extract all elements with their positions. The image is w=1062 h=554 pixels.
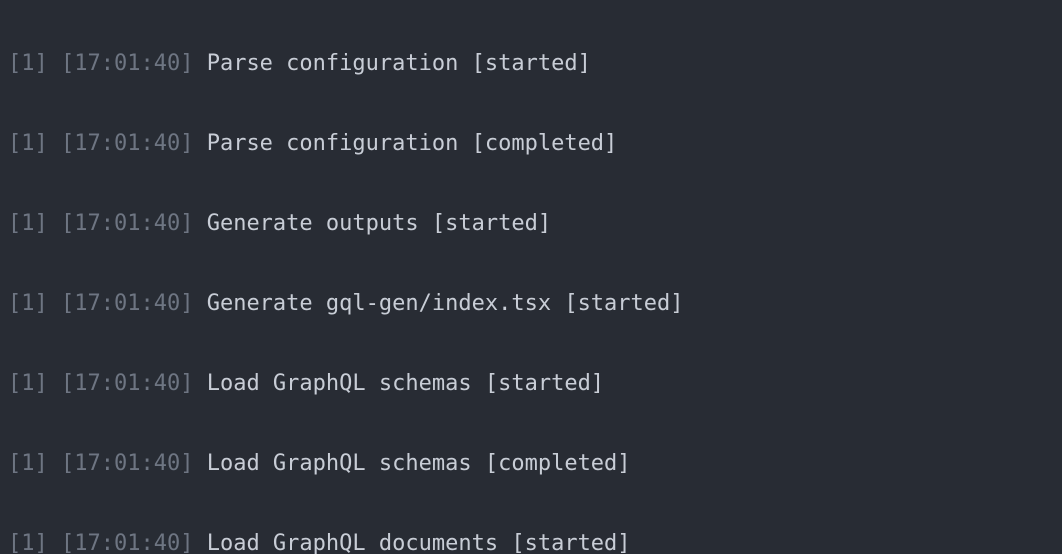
log-message: Generate gql-gen/index.tsx [started] <box>207 291 684 316</box>
log-message: Parse configuration [completed] <box>207 131 618 156</box>
log-line: [1] [17:01:40] Load GraphQL schemas [com… <box>8 444 1054 484</box>
process-id: [1] <box>8 131 48 156</box>
process-id: [1] <box>8 291 48 316</box>
log-message: Load GraphQL schemas [completed] <box>207 451 631 476</box>
process-id: [1] <box>8 531 48 554</box>
timestamp: [17:01:40] <box>61 451 193 476</box>
timestamp: [17:01:40] <box>61 211 193 236</box>
process-id: [1] <box>8 371 48 396</box>
log-line: [1] [17:01:40] Parse configuration [star… <box>8 44 1054 84</box>
log-line: [1] [17:01:40] Load GraphQL documents [s… <box>8 524 1054 554</box>
process-id: [1] <box>8 51 48 76</box>
log-line: [1] [17:01:40] Parse configuration [comp… <box>8 124 1054 164</box>
timestamp: [17:01:40] <box>61 131 193 156</box>
timestamp: [17:01:40] <box>61 371 193 396</box>
log-line: [1] [17:01:40] Generate gql-gen/index.ts… <box>8 284 1054 324</box>
timestamp: [17:01:40] <box>61 531 193 554</box>
process-id: [1] <box>8 211 48 236</box>
log-line: [1] [17:01:40] Load GraphQL schemas [sta… <box>8 364 1054 404</box>
log-message: Generate outputs [started] <box>207 211 551 236</box>
log-message: Parse configuration [started] <box>207 51 591 76</box>
log-message: Load GraphQL schemas [started] <box>207 371 604 396</box>
log-line: [1] [17:01:40] Generate outputs [started… <box>8 204 1054 244</box>
timestamp: [17:01:40] <box>61 51 193 76</box>
process-id: [1] <box>8 451 48 476</box>
timestamp: [17:01:40] <box>61 291 193 316</box>
terminal-output: [1] [17:01:40] Parse configuration [star… <box>0 0 1062 554</box>
log-message: Load GraphQL documents [started] <box>207 531 631 554</box>
